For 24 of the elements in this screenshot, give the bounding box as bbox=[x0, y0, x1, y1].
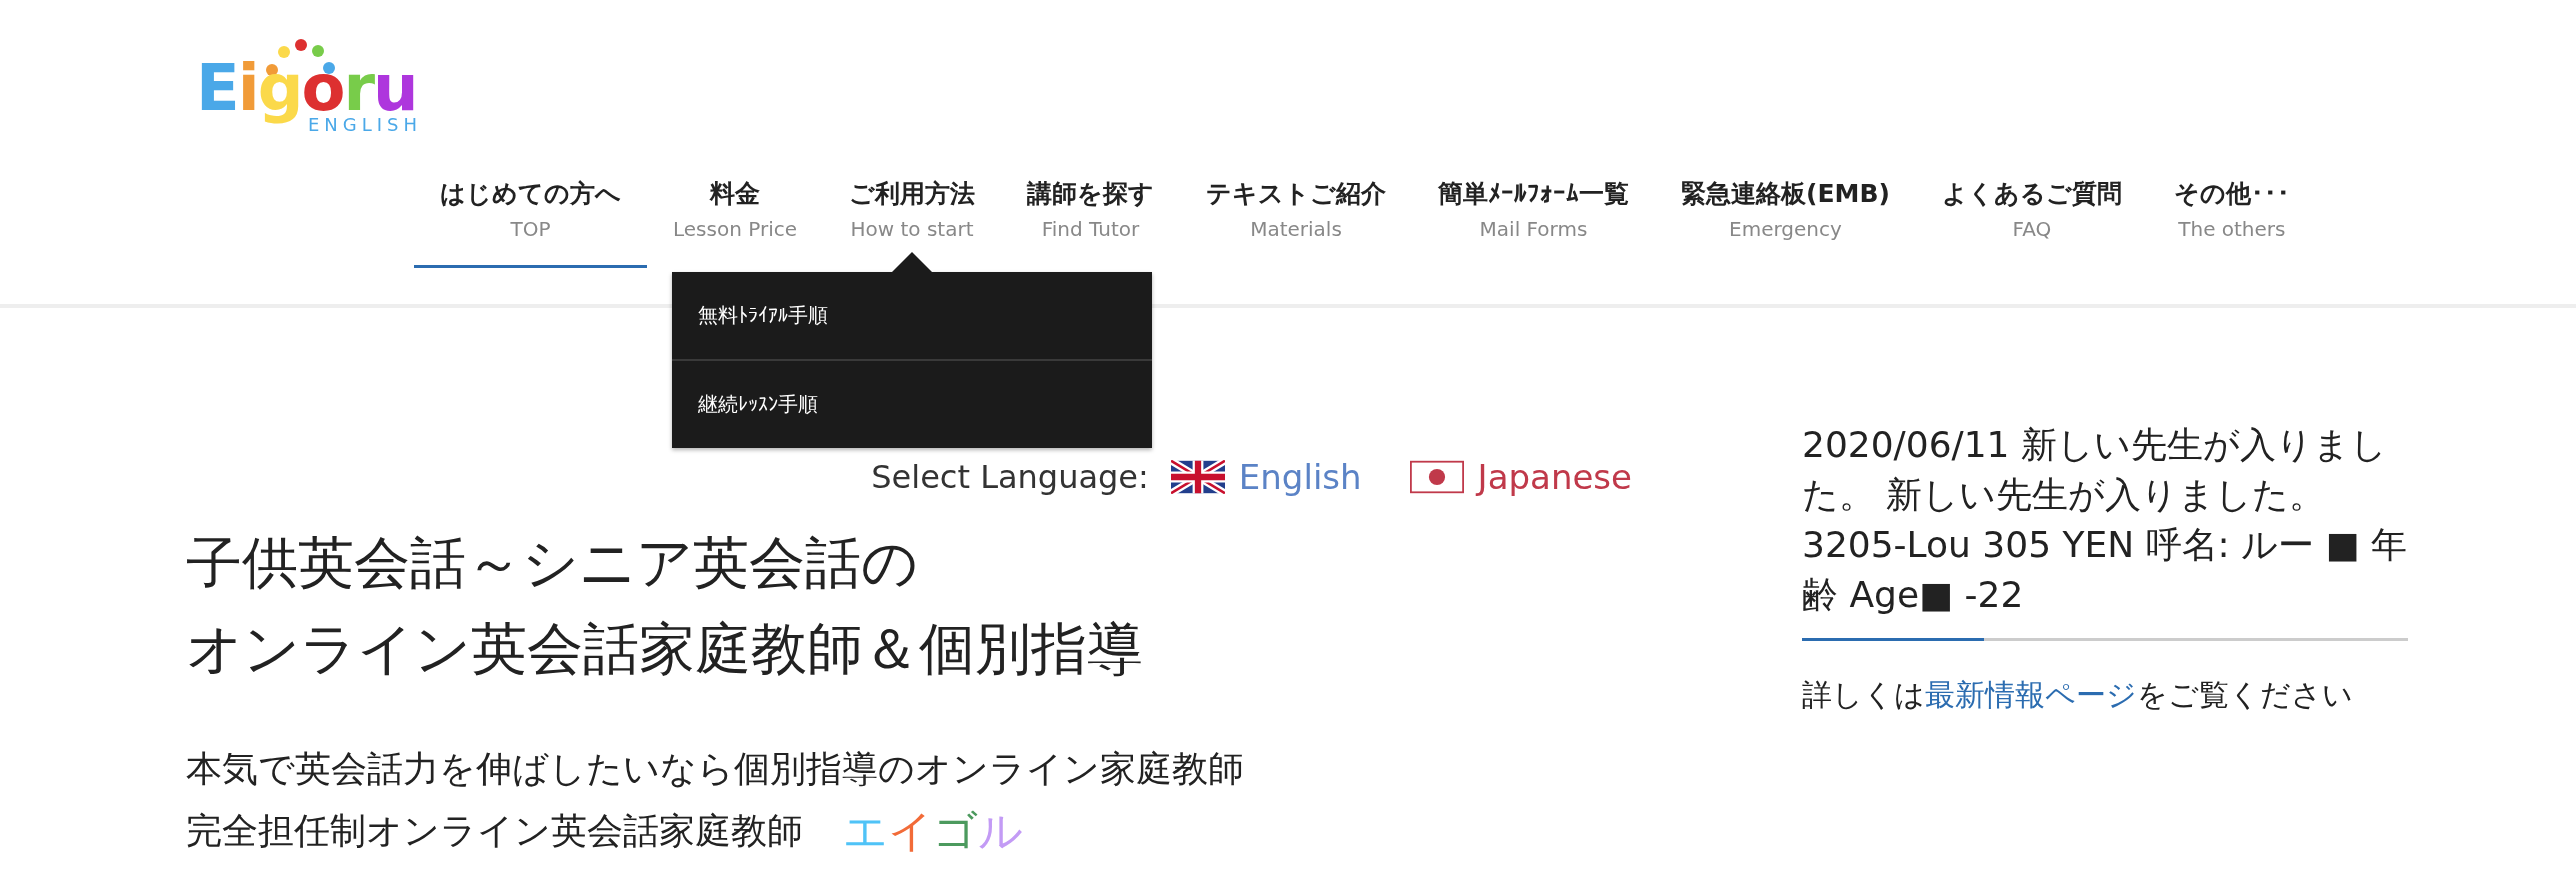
language-link[interactable]: English bbox=[1170, 457, 1362, 497]
latest-news-link[interactable]: 最新情報ページ bbox=[1925, 677, 2137, 712]
language-link[interactable]: Japanese bbox=[1409, 457, 1632, 497]
dropdown-item[interactable]: 無料ﾄﾗｲｱﾙ手順 bbox=[672, 272, 1152, 359]
language-label: Select Language: bbox=[871, 458, 1149, 496]
intro-text: 本気で英会話力を伸ばしたいなら個別指導のオンライン家庭教師 bbox=[186, 747, 1245, 791]
japan-flag-icon bbox=[1409, 460, 1464, 494]
uk-flag-icon bbox=[1170, 460, 1225, 494]
intro-text: 完全担任制オンライン英会話家庭教師 bbox=[186, 809, 803, 853]
nav-item[interactable]: その他･･･ The others bbox=[2147, 172, 2316, 268]
page-heading: 子供英会話～シニア英会話の オンライン英会話家庭教師＆個別指導 bbox=[186, 529, 1144, 683]
nav-item[interactable]: 講師を探す Find Tutor bbox=[1001, 172, 1180, 268]
news-text: 2020/06/11 新しい先生が入りました。 新しい先生が入りました。 3205-Lou 305 YEN 呼名: ルー ■ 年齢 Age■ -22 bbox=[1802, 423, 2408, 617]
nav-item[interactable]: よくあるご質問 FAQ bbox=[1915, 172, 2148, 268]
dropdown-item[interactable]: 継続ﾚｯｽﾝ手順 bbox=[672, 359, 1152, 448]
logo-subtitle: ENGLISH bbox=[308, 114, 423, 135]
news-more-text: 詳しくは最新情報ページをご覧ください bbox=[1802, 676, 2354, 714]
nav-item[interactable]: テキストご紹介 Materials bbox=[1180, 172, 1412, 268]
brand-name: エイ ゴル bbox=[843, 806, 1023, 856]
nav-item[interactable]: 緊急連絡板(EMB) Emergency bbox=[1655, 172, 1916, 268]
nav-item[interactable]: 簡単ﾒｰﾙﾌｫｰﾑ一覧 Mail Forms bbox=[1412, 172, 1655, 268]
nav-item[interactable]: はじめての方へ TOP bbox=[414, 172, 647, 268]
nav-item[interactable]: 料金 Lesson Price bbox=[647, 172, 823, 268]
nav-item[interactable]: ご利用方法 How to start bbox=[823, 172, 1001, 268]
